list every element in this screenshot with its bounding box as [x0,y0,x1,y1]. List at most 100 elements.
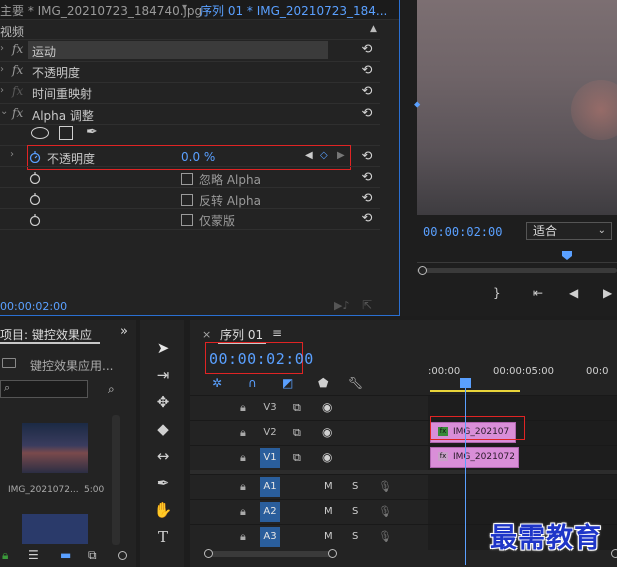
go-to-in-icon[interactable]: ⇤ [533,286,543,300]
expand-caret-icon[interactable]: › [0,64,4,75]
linked-selection-icon[interactable]: ◩ [282,376,293,390]
motion-label[interactable]: 运动 [32,43,56,60]
invert-alpha-checkbox[interactable] [181,194,193,206]
pen-tool-icon[interactable]: ✒ [150,471,176,495]
razor-tool-icon[interactable]: ◆ [150,417,176,441]
program-timecode[interactable]: 00:00:02:00 [423,225,502,239]
solo-button[interactable]: S [352,506,358,517]
track-name[interactable]: A3 [260,527,280,547]
scrollbar-knob[interactable] [611,549,617,558]
reset-icon[interactable]: ⟲ [360,150,374,164]
opacity-value[interactable]: 0.0 % [181,150,215,164]
project-scrollbar[interactable] [112,415,120,545]
eye-icon[interactable]: ◉ [322,450,332,464]
scrollbar-knob[interactable] [204,549,213,558]
reset-icon[interactable]: ⟲ [360,43,374,57]
add-keyframe-icon[interactable]: ◇ [320,150,328,161]
program-ruler[interactable] [417,253,617,263]
zoom-scrollbar[interactable] [417,268,617,273]
track-name[interactable]: V2 [260,423,280,443]
stopwatch-icon[interactable] [29,151,41,163]
hand-tool-icon[interactable]: ✋ [150,498,176,522]
track-lock-icon[interactable]: 🔒︎ [240,426,246,440]
expand-caret-icon[interactable]: › [0,43,4,54]
track-name[interactable]: A2 [260,502,280,522]
expand-caret-icon[interactable]: › [0,85,4,96]
sequence-tab[interactable]: 序列 01 * IMG_20210723_184... [200,2,387,19]
microphone-icon[interactable]: 🎙︎ [378,530,392,543]
slip-tool-icon[interactable]: ↔ [150,444,176,468]
eye-icon[interactable]: ◉ [322,400,332,414]
source-tab[interactable]: 主要 * IMG_20210723_184740.jpg [0,2,202,19]
panel-menu-icon[interactable]: ≡ [272,326,282,340]
effect-controls-timecode[interactable]: 00:00:02:00 [0,300,67,313]
eye-icon[interactable]: ◉ [322,425,332,439]
mute-button[interactable]: M [324,506,333,517]
track-lock-icon[interactable]: 🔒︎ [240,451,246,465]
track-name[interactable]: V1 [260,448,280,468]
expand-caret-icon[interactable]: › [10,149,14,160]
microphone-icon[interactable]: 🎙︎ [378,505,392,518]
alpha-adjust-label[interactable]: Alpha 调整 [32,107,94,124]
track-name[interactable]: A1 [260,477,280,497]
reset-icon[interactable]: ⟲ [360,171,374,185]
fx-icon[interactable]: fx [12,106,23,120]
collapse-caret-icon[interactable]: ▲ [370,24,377,34]
reset-icon[interactable]: ⟲ [360,85,374,99]
timeline-timecode[interactable]: 00:00:02:00 [209,350,314,368]
timeline-scrollbar[interactable] [204,551,334,557]
freeform-view-icon[interactable]: ⧉ [88,548,97,563]
clip-v1[interactable]: fx IMG_2021072 [430,447,519,468]
clip-thumbnail[interactable] [22,423,88,473]
chevron-down-icon[interactable]: ▾ [182,2,187,13]
track-lock-icon[interactable]: 🔒︎ [240,530,246,544]
list-view-icon[interactable]: ☰ [28,548,39,562]
mute-button[interactable]: M [324,481,333,492]
step-back-icon[interactable]: ◀ [569,286,578,300]
rectangle-mask-icon[interactable] [59,126,73,140]
reset-icon[interactable]: ⟲ [360,192,374,206]
stopwatch-icon[interactable] [29,214,41,226]
mask-only-checkbox[interactable] [181,214,193,226]
mute-button[interactable]: M [324,531,333,542]
track-lock-icon[interactable]: 🔒︎ [240,505,246,519]
opacity-label[interactable]: 不透明度 [32,64,80,81]
more-panels-icon[interactable]: » [120,324,128,339]
reset-icon[interactable]: ⟲ [360,212,374,226]
clip-thumbnail[interactable] [22,514,88,544]
microphone-icon[interactable]: 🎙︎ [378,480,392,493]
wrench-icon[interactable]: 🔧︎ [348,376,363,390]
selection-tool-icon[interactable]: ➤ [150,336,176,360]
track-lock-icon[interactable]: 🔒︎ [240,480,246,494]
sync-lock-icon[interactable]: ⧉ [293,451,301,465]
scrollbar-knob[interactable] [328,549,337,558]
solo-button[interactable]: S [352,531,358,542]
play-icon[interactable]: ▶ [603,286,612,300]
export-icon[interactable]: ⇱ [362,298,372,312]
add-marker-icon[interactable]: ⬟ [318,376,328,390]
ignore-alpha-checkbox[interactable] [181,173,193,185]
icon-view-icon[interactable]: ▬ [60,548,71,562]
reset-icon[interactable]: ⟲ [360,107,374,121]
fx-icon[interactable]: fx [12,63,23,77]
sequence-tab[interactable]: 序列 01 [220,326,263,343]
nest-icon[interactable]: ✲ [212,376,222,390]
time-remap-label[interactable]: 时间重映射 [32,85,92,102]
find-icon[interactable]: ⌕ [108,382,115,397]
track-lock-icon[interactable]: 🔒︎ [240,401,246,415]
play-audio-icon[interactable]: ▶♪ [334,299,349,312]
track-name[interactable]: V3 [260,398,280,418]
reset-icon[interactable]: ⟲ [360,64,374,78]
zoom-slider-knob[interactable] [118,551,127,560]
next-keyframe-icon[interactable]: ▶ [337,150,345,161]
sync-lock-icon[interactable]: ⧉ [293,426,301,440]
snap-icon[interactable]: ∩ [248,376,257,390]
folder-icon[interactable] [2,358,16,368]
type-tool-icon[interactable]: T [150,525,176,549]
project-tab[interactable]: 项目: 键控效果应 [0,326,92,343]
ripple-edit-tool-icon[interactable]: ✥ [150,390,176,414]
pen-mask-icon[interactable]: ✒ [86,124,98,140]
playhead-line[interactable] [465,385,466,565]
ellipse-mask-icon[interactable] [31,127,49,139]
scrollbar-knob[interactable] [418,266,427,275]
